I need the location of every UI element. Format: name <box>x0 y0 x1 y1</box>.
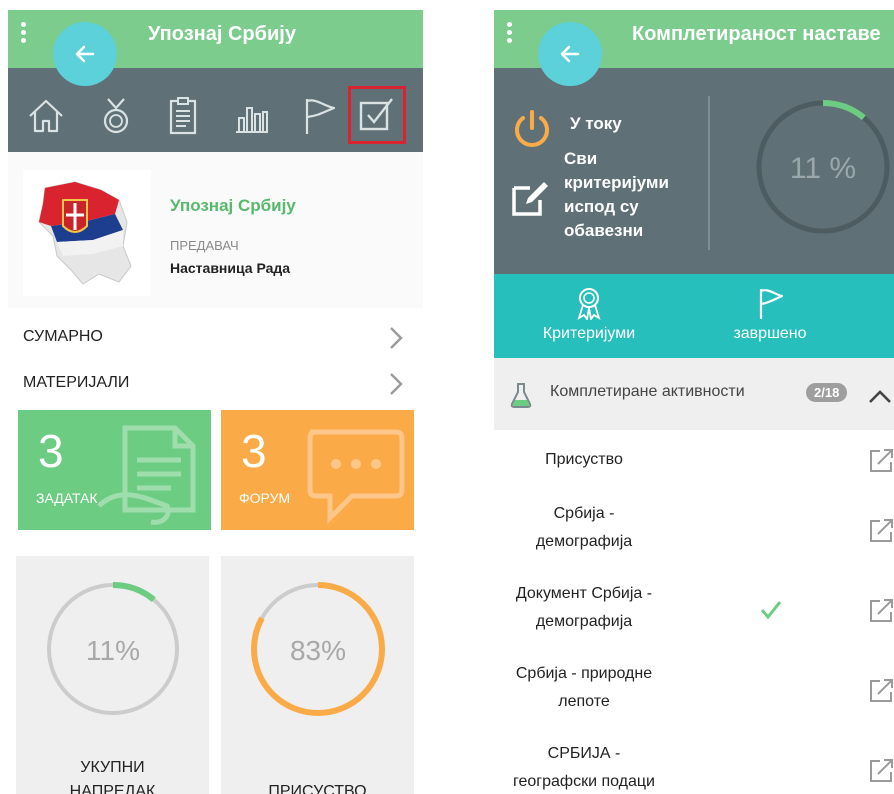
activity-row[interactable]: Србија - демографија <box>494 490 894 571</box>
section-title: Комплетиране активности <box>550 383 745 400</box>
teacher-label: ПРЕДАВАЧ <box>170 238 239 253</box>
right-screen: Комплетираност наставе У току Сви критер… <box>494 10 894 794</box>
flask-icon <box>510 383 532 408</box>
criteria-note: Сви критеријуми испод су обавезни <box>564 149 669 240</box>
overflow-menu-icon[interactable] <box>20 22 28 46</box>
activity-name: Документ Србија - демографија <box>515 585 653 630</box>
flag-icon <box>759 289 784 319</box>
back-button[interactable] <box>538 22 602 86</box>
completion-ring: 11 % <box>756 100 890 234</box>
completed-activities-header[interactable]: Комплетиране активности 2/18 <box>494 358 894 430</box>
completion-value: 11 % <box>790 152 856 185</box>
tile-assignments[interactable]: 3 ЗАДАТАК <box>18 410 211 530</box>
tab-completed[interactable]: завршено <box>720 286 820 343</box>
tab-bar: Критеријуми завршено <box>494 274 894 358</box>
edit-icon <box>512 182 548 216</box>
divider <box>708 96 710 250</box>
back-button[interactable] <box>53 22 117 86</box>
tile-count: 3 <box>241 425 267 477</box>
clipboard-icon[interactable] <box>161 94 205 138</box>
stat-value: 83% <box>290 635 346 666</box>
activity-name: Србија - демографија <box>535 505 633 550</box>
power-icon <box>515 110 549 147</box>
app-title: Комплетираност наставе <box>632 23 881 45</box>
menu-item-label: СУМАРНО <box>23 328 103 345</box>
tab-label: завршено <box>733 325 807 342</box>
app-title: Упознај Србију <box>148 23 296 45</box>
tile-label: ЗАДАТАК <box>36 490 98 506</box>
stat-label: НАПРЕДАК <box>69 783 156 794</box>
open-external-icon[interactable] <box>868 758 894 784</box>
flag-icon[interactable] <box>298 94 342 138</box>
activity-row[interactable]: Присуство <box>494 430 894 491</box>
activity-row[interactable]: Документ Србија - демографија <box>494 570 894 651</box>
left-screen: Упознај Србију Упознај Србију ПРЕДАВАЧ Н… <box>8 10 423 794</box>
stat-label: ПРИСУСТВО <box>268 783 367 794</box>
open-external-icon[interactable] <box>868 518 894 544</box>
chevron-right-icon <box>390 373 403 395</box>
activity-name: СРБИЈА - географски подаци <box>512 745 655 790</box>
overflow-menu-icon[interactable] <box>506 22 514 46</box>
progress-ring: 11% <box>46 582 180 716</box>
checkbox-icon[interactable] <box>355 93 399 137</box>
document-hand-icon <box>97 425 196 525</box>
menu-item-materials[interactable]: МАТЕРИЈАЛИ <box>8 360 423 406</box>
status-text: У току <box>570 114 622 133</box>
chat-bubble-icon <box>307 429 405 525</box>
activity-row[interactable]: СРБИЈА - географски подаци <box>494 730 894 794</box>
attendance-ring: 83% <box>251 582 385 716</box>
stat-card-progress[interactable]: 11% УКУПНИ НАПРЕДАК <box>16 556 209 794</box>
tile-label: ФОРУМ <box>239 490 291 506</box>
menu-item-label: МАТЕРИЈАЛИ <box>23 374 130 391</box>
open-external-icon[interactable] <box>868 678 894 704</box>
arrow-left-icon <box>75 45 95 63</box>
chevron-up-icon[interactable] <box>868 388 892 404</box>
stat-card-attendance[interactable]: 83% ПРИСУСТВО <box>221 556 414 794</box>
course-title[interactable]: Упознај Србију <box>170 196 296 216</box>
serbia-map-image <box>23 170 151 296</box>
ribbon-icon <box>577 288 601 322</box>
open-external-icon[interactable] <box>868 448 894 474</box>
selected-tab-highlight <box>348 86 406 144</box>
tile-forum[interactable]: 3 ФОРУМ <box>221 410 414 530</box>
chevron-right-icon <box>390 327 403 349</box>
count-badge: 2/18 <box>806 383 848 402</box>
completion-status-panel: У току Сви критеријуми испод су обавезни… <box>494 68 894 274</box>
tile-count: 3 <box>38 425 64 477</box>
home-icon[interactable] <box>24 94 68 138</box>
stat-label: УКУПНИ <box>80 759 145 776</box>
stat-value: 11% <box>86 635 140 666</box>
check-icon <box>760 601 782 620</box>
medal-icon[interactable] <box>94 94 138 138</box>
stats-area: 11% УКУПНИ НАПРЕДАК 83% ПРИСУСТВО <box>8 544 423 794</box>
activity-name: Присуство <box>545 451 623 468</box>
tab-label: Критеријуми <box>542 325 636 342</box>
teacher-name: Наставница Рада <box>170 260 291 276</box>
activity-name: Србија - природне лепоте <box>515 665 653 710</box>
activity-row[interactable]: Србија - природне лепоте <box>494 650 894 731</box>
tab-criteria[interactable]: Критеријуми <box>534 286 644 343</box>
open-external-icon[interactable] <box>868 598 894 624</box>
arrow-left-icon <box>560 45 580 63</box>
menu-item-summary[interactable]: СУМАРНО <box>8 314 423 360</box>
bar-chart-icon[interactable] <box>230 94 274 138</box>
course-header: Упознај Србију ПРЕДАВАЧ Наставница Рада <box>8 152 423 308</box>
